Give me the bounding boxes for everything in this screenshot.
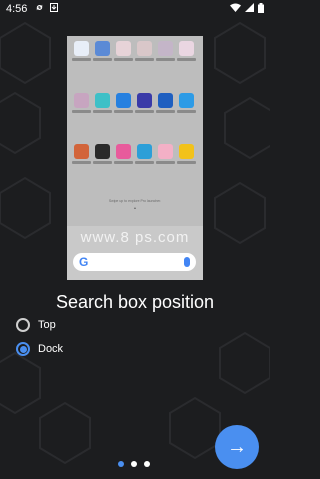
option-dock-label: Dock: [38, 343, 64, 355]
app-icon: [156, 93, 175, 113]
mic-icon: [184, 257, 190, 267]
watermark-text: www.8 ps.com: [80, 229, 190, 246]
option-dock[interactable]: Dock: [16, 342, 63, 356]
app-icon: [72, 41, 91, 61]
arrow-right-icon: →: [227, 435, 247, 458]
app-icon: [72, 144, 91, 164]
signal-icon: [245, 3, 254, 15]
app-icon: [114, 41, 133, 61]
app-icon: [114, 144, 133, 164]
status-time: 4:56: [6, 3, 28, 15]
sync-icon: [35, 3, 44, 15]
app-icon: [135, 144, 154, 164]
page-dot: [118, 461, 124, 467]
app-icon: [114, 93, 133, 113]
page-dot: [131, 461, 137, 467]
app-icon: [135, 41, 154, 61]
app-icon: [93, 93, 112, 113]
radio-top[interactable]: [16, 318, 30, 332]
next-button[interactable]: →: [215, 425, 259, 469]
app-icon: [156, 41, 175, 61]
app-icon: [93, 41, 112, 61]
page-indicator: [118, 461, 150, 467]
app-icon: [72, 93, 91, 113]
download-icon: [50, 3, 59, 15]
app-icon: [156, 144, 175, 164]
app-icon: [177, 144, 196, 164]
preview-hint-arrow: ▲: [133, 206, 137, 210]
preview-search-bar: G: [73, 253, 196, 271]
app-icon: [177, 41, 196, 61]
status-bar: 4:56: [0, 0, 270, 18]
google-logo-icon: G: [79, 255, 89, 269]
page-title: Search box position: [55, 292, 215, 312]
battery-icon: [258, 2, 264, 16]
app-icon: [93, 144, 112, 164]
option-top[interactable]: Top: [16, 318, 56, 332]
option-top-label: Top: [38, 319, 56, 331]
preview-hint: Swipe up to explore Pro launcher.: [108, 199, 162, 203]
app-icon: [177, 93, 196, 113]
app-icon: [135, 93, 154, 113]
radio-dock[interactable]: [16, 342, 30, 356]
wifi-icon: [230, 3, 241, 15]
page-dot: [144, 461, 150, 467]
